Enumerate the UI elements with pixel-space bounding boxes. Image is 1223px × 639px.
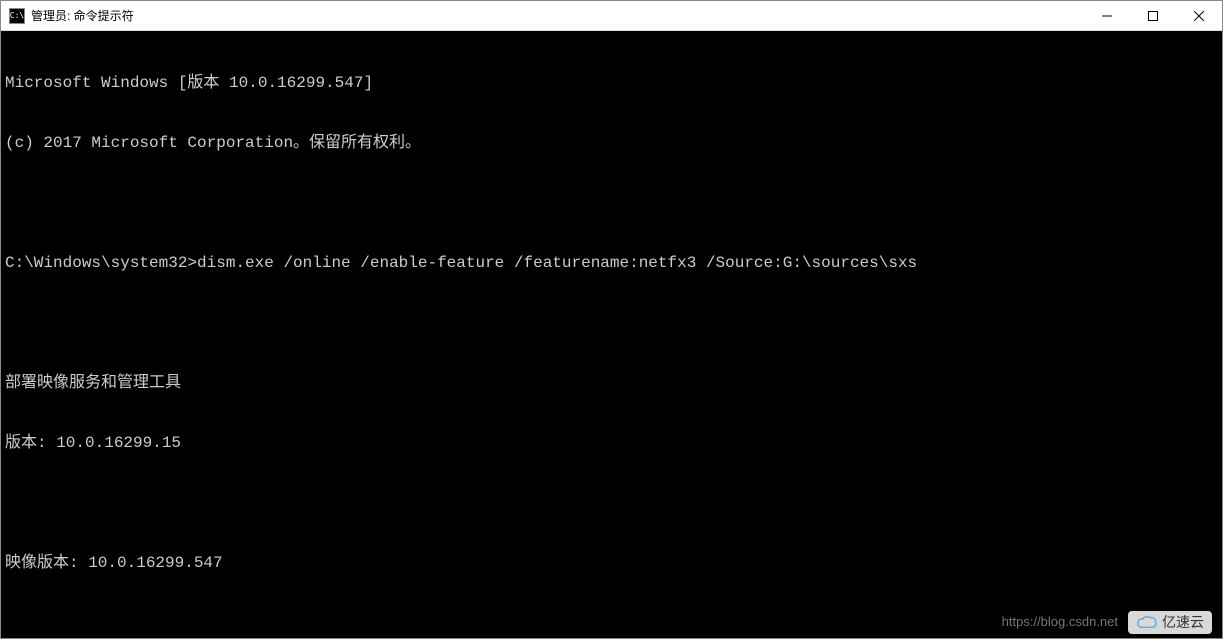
watermark-brand-text: 亿速云 [1162, 614, 1204, 632]
titlebar[interactable]: C:\ 管理员: 命令提示符 [1, 1, 1222, 31]
close-icon [1194, 11, 1204, 21]
terminal-line [5, 493, 1222, 513]
close-button[interactable] [1176, 1, 1222, 30]
terminal-line: 版本: 10.0.16299.15 [5, 433, 1222, 453]
terminal-output[interactable]: Microsoft Windows [版本 10.0.16299.547] (c… [1, 31, 1222, 638]
watermark-brand-badge: 亿速云 [1128, 611, 1212, 635]
watermark: https://blog.csdn.net 亿速云 [1002, 611, 1212, 635]
minimize-icon [1102, 11, 1112, 21]
terminal-line: 映像版本: 10.0.16299.547 [5, 553, 1222, 573]
window-controls [1084, 1, 1222, 30]
terminal-line: C:\Windows\system32>dism.exe /online /en… [5, 253, 1222, 273]
watermark-url: https://blog.csdn.net [1002, 614, 1118, 630]
command-prompt-window: C:\ 管理员: 命令提示符 Microsoft Windows [版本 10.… [0, 0, 1223, 639]
maximize-button[interactable] [1130, 1, 1176, 30]
terminal-line: (c) 2017 Microsoft Corporation。保留所有权利。 [5, 133, 1222, 153]
maximize-icon [1148, 11, 1158, 21]
terminal-line: 部署映像服务和管理工具 [5, 373, 1222, 393]
terminal-line: Microsoft Windows [版本 10.0.16299.547] [5, 73, 1222, 93]
app-icon: C:\ [9, 8, 25, 24]
window-title: 管理员: 命令提示符 [31, 7, 1084, 24]
terminal-line [5, 193, 1222, 213]
terminal-line [5, 313, 1222, 333]
minimize-button[interactable] [1084, 1, 1130, 30]
cloud-icon [1136, 615, 1158, 629]
